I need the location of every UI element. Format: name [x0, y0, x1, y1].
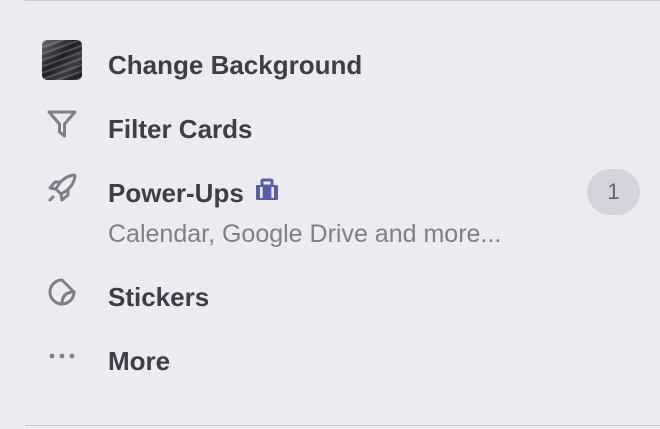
menu-item-label: Change Background	[108, 50, 363, 80]
background-thumbnail	[40, 38, 84, 82]
bottom-divider	[25, 425, 660, 426]
menu-item-stickers[interactable]: Stickers	[0, 270, 660, 326]
power-ups-label: Power-Ups	[108, 178, 244, 208]
menu-item-change-background[interactable]: Change Background	[0, 38, 660, 94]
rocket-icon	[40, 166, 84, 210]
menu-item-power-ups[interactable]: Power-Ups Calendar, Google Drive and mor…	[0, 166, 660, 256]
sticker-icon	[40, 270, 84, 314]
menu-item-label: Filter Cards	[108, 114, 253, 144]
menu-item-label: More	[108, 346, 171, 376]
top-divider	[25, 0, 660, 1]
menu-item-more[interactable]: More	[0, 334, 660, 390]
more-icon	[40, 334, 84, 378]
power-ups-count-badge: 1	[587, 169, 640, 215]
briefcase-icon	[254, 178, 280, 209]
power-ups-sublabel: Calendar, Google Drive and more...	[108, 220, 502, 248]
menu-item-filter-cards[interactable]: Filter Cards	[0, 102, 660, 158]
filter-icon	[40, 102, 84, 146]
menu-item-label: Stickers	[108, 282, 210, 312]
menu-item-label: Power-Ups	[108, 178, 280, 211]
